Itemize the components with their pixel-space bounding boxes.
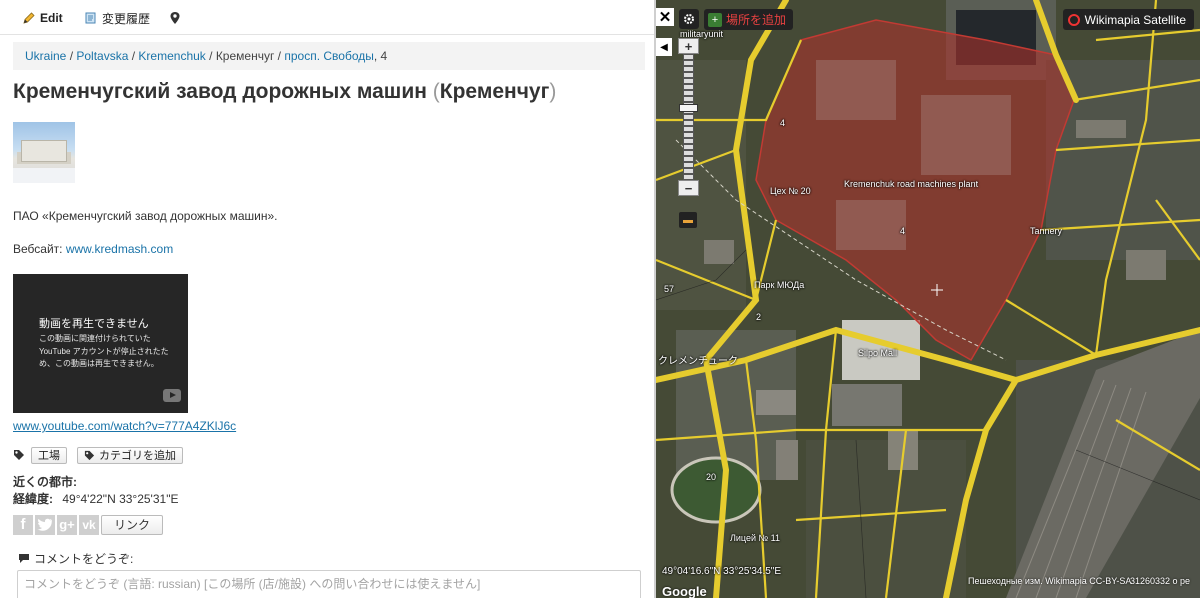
coordinates: 経緯度: 49°4'22"N 33°25'31"E (13, 490, 178, 507)
satellite-map[interactable]: militaryunit Kremenchuk road machines pl… (656, 0, 1200, 598)
share-bar: f g+ vk リンク (13, 514, 164, 535)
breadcrumb-region[interactable]: Poltavska (76, 49, 128, 63)
history-label: 変更履歴 (102, 11, 151, 26)
add-category-label: カテゴリを追加 (99, 450, 176, 462)
collapse-panel-button[interactable]: ◀ (656, 38, 672, 56)
coordinates-label: 経緯度: (13, 492, 53, 506)
history-button[interactable]: 変更履歴 (84, 9, 150, 27)
youtube-logo-icon[interactable] (163, 389, 181, 402)
breadcrumb-house-number: 4 (380, 49, 388, 63)
photo-building (21, 140, 67, 162)
youtube-video-embed[interactable]: 動画を再生できません この動画に関連付けられていた YouTube アカウントが… (13, 274, 188, 413)
zoom-in-button[interactable]: + (678, 38, 699, 54)
breadcrumb: Ukraine / Poltavska / Kremenchuk / Креме… (13, 42, 645, 70)
edit-label: Edit (40, 11, 63, 25)
breadcrumb-city-local: Кременчуг (215, 49, 275, 63)
comment-icon (19, 554, 29, 563)
category-tags: 工場 カテゴリを追加 (13, 446, 193, 464)
map-polygon-number: 57 (664, 284, 675, 294)
breadcrumb-street[interactable]: просп. Свободы (284, 49, 374, 63)
pencil-icon (23, 12, 35, 24)
place-toolbar: Edit 変更履歴 (0, 0, 655, 35)
twitter-bird-glyph (37, 518, 53, 531)
add-place-label: 場所を追加 (726, 13, 787, 27)
map-layer-selector[interactable]: Wikimapia Satellite (1062, 9, 1194, 30)
map-coordinates-readout: 49°04'16.6"N 33°25'34.5"E (662, 566, 782, 577)
location-button[interactable] (169, 9, 185, 27)
tag-icon (14, 450, 24, 460)
add-category-button[interactable]: カテゴリを追加 (77, 446, 183, 464)
tag-factory[interactable]: 工場 (31, 446, 67, 464)
history-icon (85, 12, 96, 24)
map-label-tannery[interactable]: Tannery (1030, 226, 1062, 236)
video-error-title: 動画を再生できません (39, 318, 149, 330)
permalink-button[interactable]: リンク (101, 514, 164, 535)
title-paren-close: ) (549, 80, 557, 103)
zoom-control: + − (678, 38, 699, 198)
map-pin-icon (170, 12, 180, 24)
map-label-city[interactable]: クレメンチューク (658, 352, 738, 367)
map-label-plant[interactable]: Kremenchuk road machines plant (844, 179, 978, 189)
tag-icon (84, 450, 95, 460)
comment-label-text: コメントをどうぞ: (34, 552, 134, 566)
edit-button[interactable]: Edit (22, 9, 63, 27)
map-settings-button[interactable] (679, 9, 699, 29)
website-line: Вебсайт: www.kredmash.com (13, 242, 173, 256)
title-paren-open: ( (432, 80, 440, 103)
ruler-icon[interactable]: ▬ (679, 212, 697, 228)
vk-icon[interactable]: vk (79, 514, 99, 535)
place-description: ПАО «Кременчугский завод дорожных машин»… (13, 209, 278, 223)
website-label: Вебсайт: (13, 242, 66, 256)
video-error-message: この動画に関連付けられていた YouTube アカウントが停止されたため、この動… (39, 334, 169, 368)
facebook-icon[interactable]: f (13, 514, 33, 535)
map-label-park[interactable]: Парк МЮДа (754, 280, 804, 290)
map-polygon-number: 2 (756, 312, 762, 322)
google-logo: Google (662, 584, 707, 598)
website-link[interactable]: www.kredmash.com (66, 242, 173, 256)
page-title: Кременчугский завод дорожных машин (Крем… (13, 80, 556, 104)
map-layer-label: Wikimapia Satellite (1084, 12, 1186, 27)
photo-ground (13, 168, 75, 183)
breadcrumb-city[interactable]: Kremenchuk (138, 49, 205, 63)
zoom-slider-handle[interactable] (679, 104, 698, 112)
title-city: Кременчуг (439, 80, 550, 103)
map-polygon-number: 20 (706, 472, 717, 482)
map-polygon-number: 4 (900, 226, 906, 236)
gear-icon (684, 14, 694, 24)
coordinates-value: 49°4'22"N 33°25'31"E (62, 492, 179, 506)
add-place-button[interactable]: + 場所を追加 (704, 9, 794, 30)
map-label-workshop[interactable]: Цех № 20 (770, 186, 811, 196)
wikimapia-logo-icon (1067, 13, 1080, 26)
add-place-icon: + (708, 12, 722, 27)
title-main: Кременчугский завод дорожных машин (13, 80, 427, 103)
comment-input[interactable] (17, 570, 641, 598)
youtube-link[interactable]: www.youtube.com/watch?v=777A4ZKlJ6c (13, 419, 236, 433)
map-polygon-number: 4 (780, 118, 786, 128)
map-label-mall[interactable]: Silpo Mall (858, 348, 897, 358)
close-map-button[interactable]: ✕ (656, 8, 674, 26)
google-plus-icon[interactable]: g+ (57, 514, 77, 535)
zoom-out-button[interactable]: − (678, 180, 699, 196)
nearby-cities-label: 近くの都市: (13, 475, 77, 489)
map-label-lyceum[interactable]: Лицей № 11 (730, 533, 780, 543)
place-photo-thumbnail[interactable] (13, 122, 75, 183)
twitter-icon[interactable] (35, 514, 55, 535)
place-info-panel: Edit 変更履歴 Ukraine / Poltavska / Kremench… (0, 0, 655, 598)
map-license-link[interactable]: Пешеходные изм. Wikimapia CC-BY-SA (968, 576, 1131, 586)
breadcrumb-country[interactable]: Ukraine (25, 49, 66, 63)
comment-section-label: コメントをどうぞ: (18, 550, 133, 567)
map-imagery (656, 0, 1200, 598)
zoom-slider-track[interactable] (683, 54, 694, 180)
map-object-count: 31260332 о ре (1130, 576, 1191, 586)
